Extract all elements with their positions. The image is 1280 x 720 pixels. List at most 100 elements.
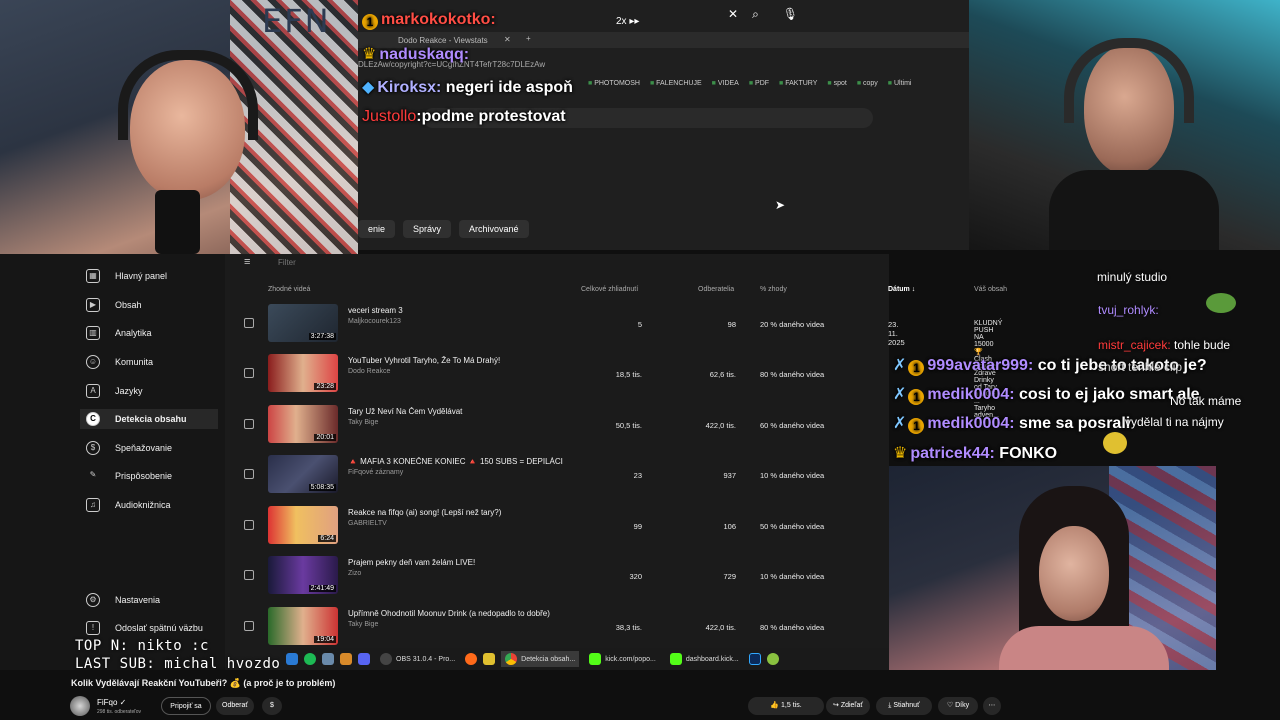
sidebar-item-dashboard[interactable]: ▦ Hlavný panel	[86, 266, 167, 286]
tab-archived[interactable]: Archivované	[459, 220, 529, 238]
table-row[interactable]: 20:01 Tary Už Neví Na Čem Vydělávat Taky…	[232, 405, 889, 455]
filter-icon[interactable]: ≡	[244, 256, 250, 268]
filter-input[interactable]: Filter	[278, 258, 296, 267]
app-icon[interactable]	[340, 653, 352, 665]
sidebar-item-settings[interactable]: ⚙ Nastavenia	[86, 590, 160, 610]
playback-speed[interactable]: 2x ▸▸	[616, 16, 639, 27]
app-icon[interactable]	[322, 653, 334, 665]
join-button[interactable]: Pripojiť sa	[161, 697, 211, 715]
close-tab-icon[interactable]: ✕	[504, 35, 511, 44]
taskbar-app-kick[interactable]: kick.com/popo...	[585, 651, 660, 667]
discord-icon[interactable]	[358, 653, 370, 665]
subscribe-button[interactable]: Odberať	[216, 697, 254, 715]
app-icon[interactable]	[483, 653, 496, 665]
firefox-icon[interactable]	[465, 653, 478, 665]
avatar[interactable]	[70, 696, 90, 716]
row-checkbox[interactable]	[244, 318, 254, 328]
like-button[interactable]: 👍 1,5 tis.	[748, 697, 824, 715]
video-thumbnail[interactable]: 23:28	[268, 354, 338, 392]
mic-icon[interactable]: 🎙	[783, 7, 798, 22]
sidebar-item-customization[interactable]: ✎ Prispôsobenie	[86, 466, 172, 486]
wall-poster-text: EFN	[262, 2, 331, 40]
video-title[interactable]: veceri stream 3	[348, 306, 563, 315]
sidebar-item-languages[interactable]: A Jazyky	[86, 381, 143, 401]
bookmark[interactable]: FALENCHUJE	[650, 80, 702, 94]
row-checkbox[interactable]	[244, 419, 254, 429]
bookmark[interactable]: Ultimi	[888, 80, 912, 94]
row-checkbox[interactable]	[244, 520, 254, 530]
chat-message: mistr_cajicek: tohle bude	[1098, 338, 1231, 352]
table-row[interactable]: 5:08:35 🔺 MAFIA 3 KONEČNE KONIEC 🔺 150 S…	[232, 455, 889, 505]
video-thumbnail[interactable]: 20:01	[268, 405, 338, 443]
download-button[interactable]: ⤓ Stiahnuť	[876, 697, 932, 715]
webcam-right	[969, 0, 1280, 250]
new-tab-icon[interactable]: +	[526, 34, 531, 43]
video-title[interactable]: Prajem pekny deň vam želám LIVE!	[348, 558, 563, 567]
tab-messages[interactable]: Správy	[403, 220, 452, 238]
video-thumbnail[interactable]: 6:24	[268, 506, 338, 544]
spotify-icon[interactable]	[304, 653, 316, 665]
photoshop-icon[interactable]	[748, 653, 761, 665]
bookmark[interactable]: PHOTOMOSH	[588, 80, 640, 94]
app-icon[interactable]	[766, 653, 779, 665]
header-views[interactable]: Celkové zhliadnutí	[581, 286, 638, 293]
chat-message: tvuj_rohlyk:	[1098, 303, 1159, 317]
bookmark[interactable]: VIDEA	[712, 80, 739, 94]
dollar-icon[interactable]: $	[262, 697, 282, 715]
table-row[interactable]: 6:24 Reakce na fifqo (ai) song! (Lepší n…	[232, 506, 889, 556]
chat-message: ✗ 1 medik0004: sme sa posrali	[893, 415, 1131, 434]
header-match[interactable]: % zhody	[760, 286, 787, 293]
tab-overview[interactable]: enie	[358, 220, 396, 238]
close-icon[interactable]: ✕	[728, 7, 738, 22]
table-row[interactable]: 2:41:49 Prajem pekny deň vam želám LIVE!…	[232, 556, 889, 606]
chat-message: No tak máme	[1170, 394, 1242, 408]
more-icon[interactable]: ⋯	[983, 697, 1001, 715]
channel-name: GABRIELTV	[348, 520, 387, 527]
sidebar-item-community[interactable]: ☺ Komunita	[86, 352, 153, 372]
video-title[interactable]: Reakce na fifqo (ai) song! (Lepší než ta…	[348, 508, 563, 517]
video-title[interactable]: 🔺 MAFIA 3 KONEČNE KONIEC 🔺 150 SUBS = DE…	[348, 457, 563, 466]
sidebar-item-analytics[interactable]: ▥ Analytika	[86, 323, 152, 343]
dashboard-icon: ▦	[86, 269, 100, 283]
header-subs[interactable]: Odberatelia	[698, 286, 734, 293]
table-row[interactable]: 19:04 Upřímně Ohodnotil Moonuv Drink (a …	[232, 607, 889, 648]
video-title[interactable]: Upřímně Ohodnotil Moonuv Drink (a nedopa…	[348, 609, 563, 618]
table-row[interactable]: 23:28 YouTuber Vyhrotil Taryho, Že To Má…	[232, 354, 999, 419]
row-checkbox[interactable]	[244, 570, 254, 580]
video-title[interactable]: YouTuber Vyhrotil Taryho, Že To Má Drahý…	[348, 356, 563, 365]
taskbar-app-kick-dashboard[interactable]: dashboard.kick...	[666, 651, 743, 667]
search-icon[interactable]: ⌕	[752, 7, 759, 22]
video-thumbnail[interactable]: 2:41:49	[268, 556, 338, 594]
taskbar-app-obs[interactable]: OBS 31.0.4 - Pro...	[376, 651, 459, 667]
sidebar-item-monetization[interactable]: $ Speňažovanie	[86, 438, 172, 458]
video-thumbnail[interactable]: 5:08:35	[268, 455, 338, 493]
video-title[interactable]: Tary Už Neví Na Čem Vydělávat	[348, 407, 563, 416]
sidebar-item-content[interactable]: ▶ Obsah	[86, 295, 142, 315]
sidebar-item-feedback[interactable]: ! Odoslať spätnú väzbu	[86, 618, 203, 638]
webcam-bottom	[889, 466, 1216, 670]
bookmark[interactable]: copy	[857, 80, 878, 94]
row-checkbox[interactable]	[244, 469, 254, 479]
channel-name: Taky Bige	[348, 621, 379, 628]
table-row[interactable]: 3:27:38 veceri stream 3 Maljkocourek123 …	[232, 304, 1002, 370]
channel-name: Maljkocourek123	[348, 318, 401, 325]
bookmark[interactable]: spot	[827, 80, 847, 94]
bookmark[interactable]: PDF	[749, 80, 769, 94]
share-button[interactable]: ↪ Zdieľať	[826, 697, 870, 715]
bookmark[interactable]: FAKTURY	[779, 80, 817, 94]
header-date[interactable]: Dátum ↓	[888, 286, 915, 293]
microphone-icon	[155, 190, 200, 254]
video-thumbnail[interactable]: 3:27:38	[268, 304, 338, 342]
row-checkbox[interactable]	[244, 368, 254, 378]
sidebar-item-copyright[interactable]: C Detekcia obsahu	[80, 409, 218, 429]
channel-name[interactable]: FiFqo ✓	[97, 698, 126, 707]
match-date: 23. 11. 2025	[888, 320, 905, 347]
header-your-content: Váš obsah	[974, 286, 1008, 293]
sidebar-item-audio-library[interactable]: ♫ Audioknižnica	[86, 495, 171, 515]
steam-icon[interactable]	[286, 653, 298, 665]
row-checkbox[interactable]	[244, 621, 254, 631]
video-thumbnail[interactable]: 19:04	[268, 607, 338, 645]
taskbar-app-chrome[interactable]: Detekcia obsah...	[501, 651, 580, 667]
thanks-button[interactable]: ♡ Díky	[938, 697, 978, 715]
copyright-icon: C	[86, 412, 100, 426]
